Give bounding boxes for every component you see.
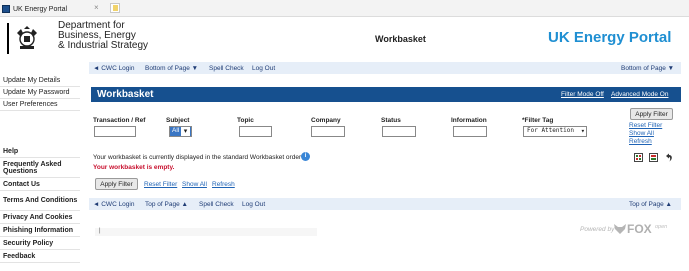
print-icon[interactable]	[649, 153, 658, 162]
bottom-link-bar: ◄ CWC Login Top of Page ▲ Spell Check Lo…	[89, 198, 681, 210]
info-icon[interactable]: i	[301, 152, 310, 161]
cwc-login-link-bottom[interactable]: ◄ CWC Login	[93, 201, 134, 208]
export-icon[interactable]	[634, 153, 643, 162]
sidebar-item-contact[interactable]: Contact Us	[0, 178, 80, 191]
fox-logo-text: FOX	[627, 222, 652, 236]
status-label: Status	[381, 117, 401, 124]
crest-divider	[7, 23, 9, 54]
information-label: Information	[451, 117, 487, 124]
filter-tag-value: For Attention	[527, 127, 574, 134]
new-tab-icon[interactable]	[110, 3, 120, 13]
fox-logo-icon	[614, 224, 626, 234]
information-input[interactable]	[453, 126, 487, 137]
workbasket-empty-message: Your workbasket is empty.	[93, 164, 175, 171]
show-all-link-top[interactable]: Show All	[629, 130, 654, 137]
subject-select-value: All	[172, 127, 180, 134]
apply-filter-button[interactable]: Apply Filter	[95, 178, 138, 190]
spell-check-link-bottom[interactable]: Spell Check	[199, 201, 234, 208]
brand-title: UK Energy Portal	[548, 29, 672, 46]
sidebar-item-update-password[interactable]: Update My Password	[0, 87, 80, 99]
sidebar-item-help[interactable]: Help	[0, 146, 80, 158]
company-label: Company	[311, 117, 341, 124]
topic-input[interactable]	[239, 126, 272, 137]
sidebar-item-terms[interactable]: Terms And Conditions	[0, 191, 80, 211]
top-link-bar: ◄ CWC Login Bottom of Page ▼ Spell Check…	[89, 62, 681, 74]
sidebar-item-privacy[interactable]: Privacy And Cookies	[0, 211, 80, 224]
sidebar-item-user-preferences[interactable]: User Preferences	[0, 99, 80, 111]
page-title: Workbasket	[375, 34, 426, 44]
status-input[interactable]	[382, 126, 416, 137]
sidebar-item-feedback[interactable]: Feedback	[0, 250, 80, 263]
reset-filter-link-top[interactable]: Reset Filter	[629, 122, 662, 129]
cwc-login-link[interactable]: ◄ CWC Login	[93, 65, 134, 72]
url-caret: |	[99, 228, 101, 234]
main-content: ◄ CWC Login Bottom of Page ▼ Spell Check…	[89, 62, 681, 271]
close-tab-icon[interactable]: ×	[94, 3, 99, 12]
browser-tab[interactable]: UK Energy Portal	[2, 2, 67, 16]
filter-mode-off-link[interactable]: Filter Mode Off	[561, 91, 604, 98]
browser-tab-strip: UK Energy Portal ×	[0, 0, 689, 17]
department-name: Department for Business, Energy & Indust…	[58, 21, 148, 51]
workbasket-panel-header: Workbasket Filter Mode Off Advanced Mode…	[91, 87, 681, 102]
company-input[interactable]	[311, 126, 345, 137]
subject-select[interactable]: All ▾	[169, 126, 192, 137]
sidebar-item-faq[interactable]: Frequently Asked Questions	[0, 158, 80, 178]
browser-tab-title: UK Energy Portal	[13, 5, 68, 13]
favicon-icon	[2, 5, 10, 13]
log-out-link-bottom[interactable]: Log Out	[242, 201, 265, 208]
apply-filter-button-top[interactable]: Apply Filter	[630, 108, 673, 120]
filter-tag-select[interactable]: For Attention ▾	[523, 126, 587, 137]
sidebar-item-update-details[interactable]: Update My Details	[0, 75, 80, 87]
topic-label: Topic	[237, 117, 254, 124]
transaction-ref-input[interactable]	[94, 126, 136, 137]
undo-icon[interactable]	[664, 153, 673, 162]
refresh-link[interactable]: Refresh	[212, 181, 235, 188]
powered-by-text: Powered by	[580, 226, 615, 233]
advanced-mode-on-link[interactable]: Advanced Mode On	[611, 91, 668, 98]
bottom-of-page-right-link[interactable]: Bottom of Page ▼	[621, 65, 674, 72]
subject-label: Subject	[166, 117, 190, 124]
chevron-down-icon: ▾	[580, 127, 585, 135]
dept-line-3: & Industrial Strategy	[58, 40, 149, 51]
sidebar-item-phishing[interactable]: Phishing Information	[0, 224, 80, 237]
log-out-link[interactable]: Log Out	[252, 65, 275, 72]
show-all-link[interactable]: Show All	[182, 181, 207, 188]
top-of-page-link[interactable]: Top of Page ▲	[145, 201, 188, 208]
status-url-bar	[95, 228, 317, 236]
refresh-link-top[interactable]: Refresh	[629, 138, 652, 145]
royal-crest-icon	[17, 26, 37, 49]
bottom-of-page-link[interactable]: Bottom of Page ▼	[145, 65, 198, 72]
chevron-down-icon: ▾	[181, 127, 190, 136]
transaction-ref-label: Transaction / Ref	[93, 117, 146, 124]
spell-check-link[interactable]: Spell Check	[209, 65, 244, 72]
panel-title: Workbasket	[97, 89, 154, 100]
top-of-page-right-link[interactable]: Top of Page ▲	[629, 201, 672, 208]
fox-logo-subtext: open	[655, 224, 668, 230]
workbasket-order-message: Your workbasket is currently displayed i…	[93, 154, 302, 161]
reset-filter-link[interactable]: Reset Filter	[144, 181, 177, 188]
sidebar-item-security[interactable]: Security Policy	[0, 237, 80, 250]
filter-tag-label: *Filter Tag	[522, 117, 554, 124]
